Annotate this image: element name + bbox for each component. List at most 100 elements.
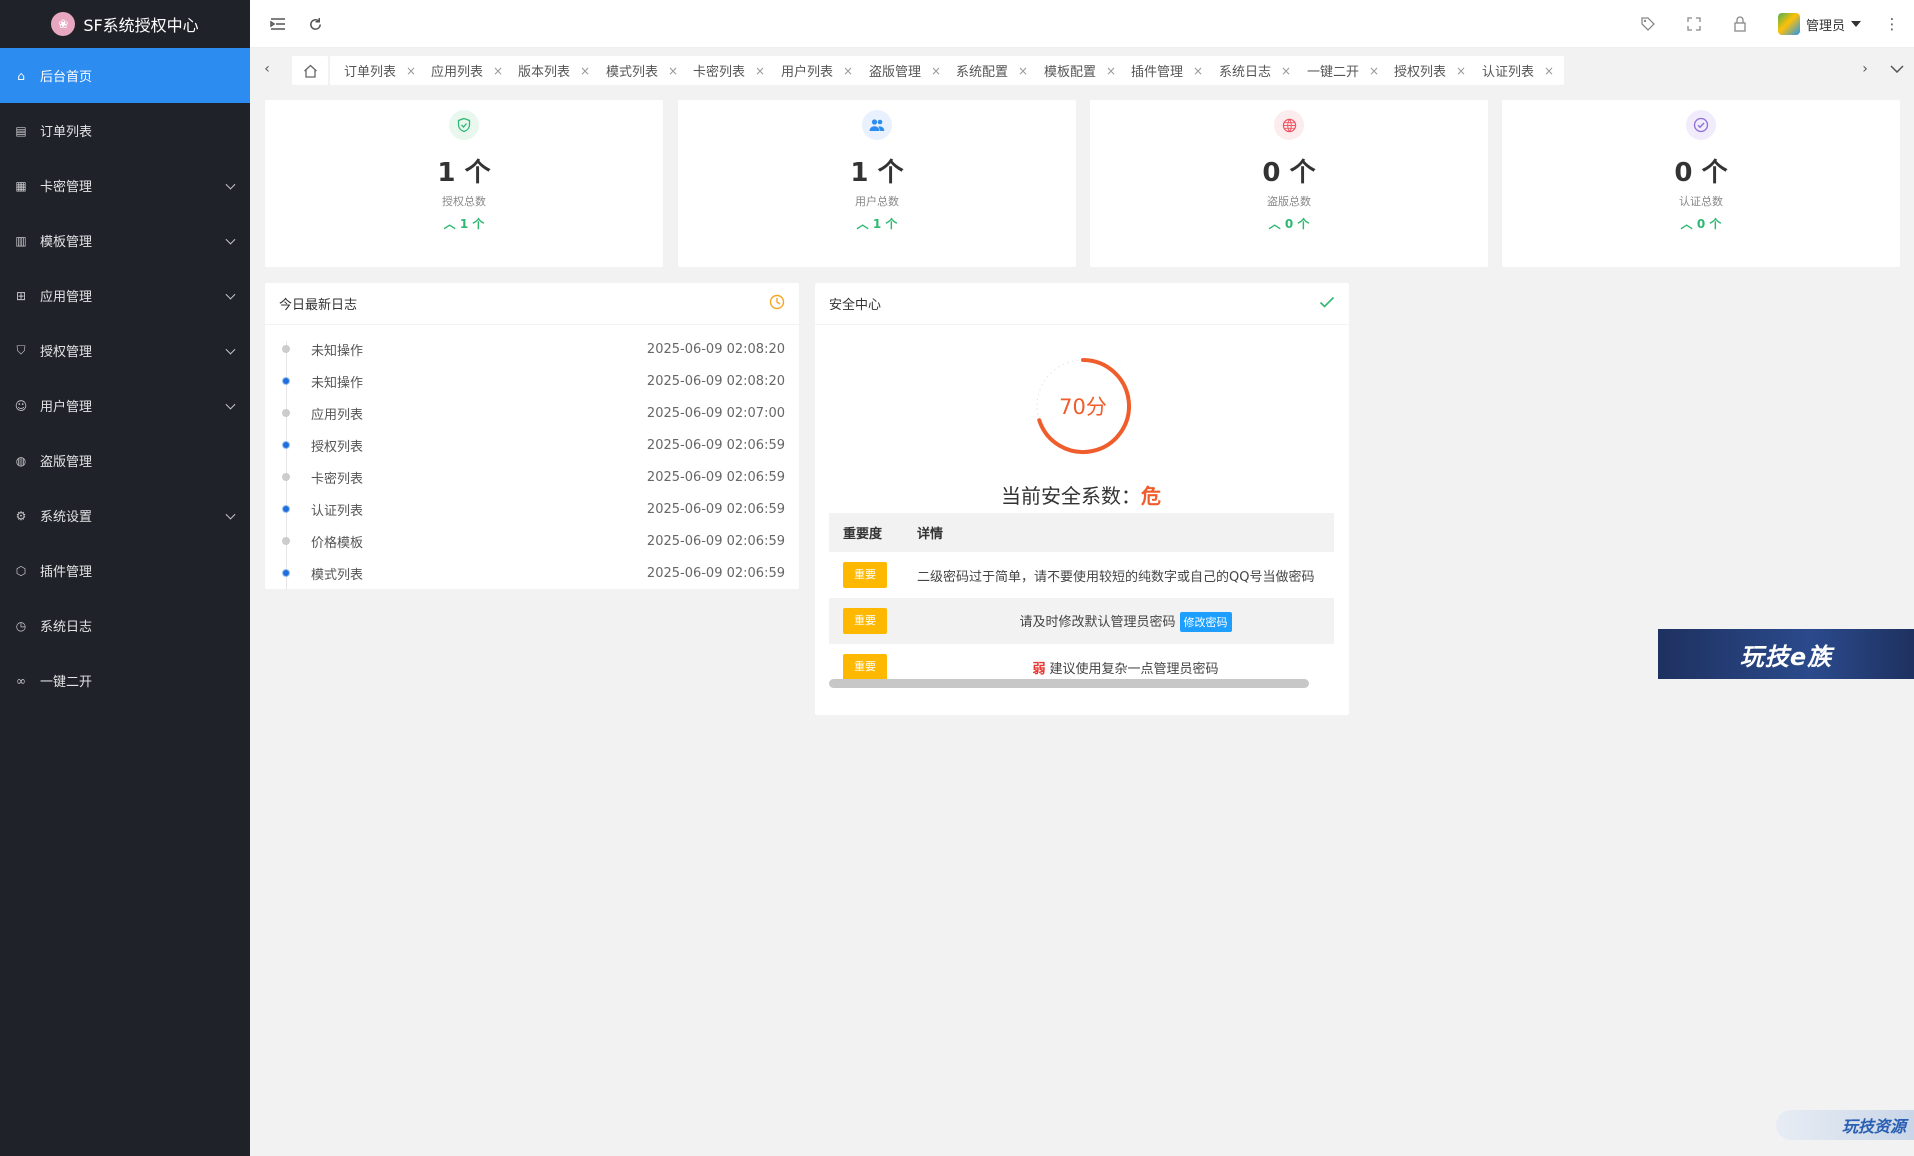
- app-logo[interactable]: ❀ SF系统授权中心: [0, 0, 250, 48]
- sidebar-item[interactable]: ⊞ 应用管理: [0, 268, 250, 323]
- admin-label: 管理员: [1806, 18, 1846, 34]
- stat-value: 1 个: [850, 158, 904, 188]
- tab-home[interactable]: [292, 56, 328, 85]
- timeline-dot: [282, 409, 290, 417]
- tab[interactable]: 盗版管理 ×: [855, 56, 952, 85]
- security-panel-title: 安全中心: [829, 298, 882, 313]
- close-icon[interactable]: ×: [1281, 64, 1291, 78]
- tab[interactable]: 系统日志 ×: [1205, 56, 1302, 85]
- importance-badge: 重要: [843, 562, 887, 588]
- admin-user-menu[interactable]: 管理员: [1778, 11, 1862, 37]
- fullscreen-icon[interactable]: [1684, 14, 1704, 34]
- detail-cell: 弱建议使用复杂一点管理员密码: [917, 658, 1334, 677]
- close-icon[interactable]: ×: [931, 64, 941, 78]
- sidebar-item-label: 应用管理: [40, 290, 93, 305]
- tab[interactable]: 用户列表 ×: [767, 56, 864, 85]
- log-panel-header: 今日最新日志: [265, 283, 799, 325]
- stat-value: 1 个: [437, 158, 491, 188]
- home-icon: ⌂: [17, 68, 25, 83]
- caret-down-icon: [1851, 21, 1862, 27]
- more-vertical-icon[interactable]: ⋮: [1882, 14, 1902, 34]
- refresh-icon[interactable]: [305, 14, 325, 34]
- sidebar-item-label: 插件管理: [40, 565, 93, 580]
- log-name: 价格模板: [311, 535, 364, 551]
- sidebar-item-label: 一键二开: [40, 675, 93, 690]
- log-time: 2025-06-09 02:08:20: [646, 373, 785, 389]
- sidebar-item-label: 系统日志: [40, 620, 93, 635]
- tab-label: 系统配置: [956, 65, 1009, 80]
- sidebar-item[interactable]: ▥ 模板管理: [0, 213, 250, 268]
- log-time: 2025-06-09 02:07:00: [646, 405, 785, 421]
- sidebar-item-label: 用户管理: [40, 400, 93, 415]
- stat-change-value: 1 个: [872, 217, 898, 231]
- sidebar-item-label: 订单列表: [40, 125, 93, 140]
- tab[interactable]: 卡密列表 ×: [679, 56, 776, 85]
- home-icon: [303, 64, 317, 78]
- tab-label: 应用列表: [431, 65, 484, 80]
- stat-card: 1 个用户总数 ︿ 1 个: [678, 100, 1076, 267]
- close-icon[interactable]: ×: [1369, 64, 1379, 78]
- change-password-button[interactable]: 修改密码: [1179, 611, 1232, 632]
- stat-card: 0 个盗版总数 ︿ 0 个: [1090, 100, 1488, 267]
- stat-label: 授权总数: [442, 195, 486, 208]
- tabs-dropdown-icon[interactable]: [1884, 56, 1910, 82]
- chevron-down-icon: [225, 509, 236, 520]
- close-icon[interactable]: ×: [1456, 64, 1466, 78]
- sidebar-item[interactable]: ⚙ 系统设置: [0, 488, 250, 543]
- sidebar-item[interactable]: ◍ 盗版管理: [0, 433, 250, 488]
- sidebar-item[interactable]: ▤ 订单列表: [0, 103, 250, 158]
- tab[interactable]: 模式列表 ×: [592, 56, 689, 85]
- apps-icon: ⊞: [15, 288, 27, 303]
- log-name: 未知操作: [311, 343, 364, 359]
- globe-icon: ◍: [15, 453, 27, 468]
- close-icon[interactable]: ×: [755, 64, 765, 78]
- tag-icon[interactable]: [1638, 14, 1658, 34]
- sidebar-item[interactable]: ∞ 一键二开: [0, 653, 250, 708]
- list-item: 未知操作 2025-06-09 02:08:20: [279, 365, 785, 397]
- close-icon[interactable]: ×: [580, 64, 590, 78]
- sidebar-item[interactable]: ⌂ 后台首页: [0, 48, 250, 103]
- weak-label: 弱: [1032, 661, 1046, 677]
- tab-label: 授权列表: [1394, 65, 1447, 80]
- lock-icon[interactable]: [1730, 14, 1750, 34]
- close-icon[interactable]: ×: [1544, 64, 1554, 78]
- tab[interactable]: 插件管理 ×: [1117, 56, 1214, 85]
- security-status-label: 当前安全系数：: [1001, 484, 1141, 508]
- infinity-icon: ∞: [16, 673, 26, 688]
- tab[interactable]: 应用列表 ×: [417, 56, 514, 85]
- stat-label: 盗版总数: [1267, 195, 1311, 208]
- tab-label: 订单列表: [344, 65, 397, 80]
- tab[interactable]: 系统配置 ×: [942, 56, 1039, 85]
- detail-text: 请及时修改默认管理员密码: [1019, 614, 1176, 630]
- log-name: 未知操作: [311, 375, 364, 391]
- menu-fold-icon[interactable]: [268, 14, 288, 34]
- tab[interactable]: 认证列表 ×: [1468, 56, 1565, 85]
- sidebar-item[interactable]: ◷ 系统日志: [0, 598, 250, 653]
- tab[interactable]: 订单列表 ×: [330, 56, 427, 85]
- sidebar-item[interactable]: ⬡ 插件管理: [0, 543, 250, 598]
- tab-label: 插件管理: [1131, 65, 1184, 80]
- column-header-detail: 详情: [917, 527, 944, 542]
- close-icon[interactable]: ×: [406, 64, 416, 78]
- tab[interactable]: 模板配置 ×: [1030, 56, 1127, 85]
- timeline-dot: [282, 505, 290, 513]
- tabs-prev-icon[interactable]: ‹: [254, 56, 280, 82]
- close-icon[interactable]: ×: [1018, 64, 1028, 78]
- ad-banner[interactable]: 玩技e族: [1658, 629, 1914, 679]
- close-icon[interactable]: ×: [1106, 64, 1116, 78]
- sidebar-item[interactable]: ☺ 用户管理: [0, 378, 250, 433]
- horizontal-scrollbar[interactable]: [829, 679, 1309, 688]
- tab[interactable]: 版本列表 ×: [504, 56, 601, 85]
- sidebar-item[interactable]: ⛉ 授权管理: [0, 323, 250, 378]
- tab[interactable]: 一键二开 ×: [1293, 56, 1390, 85]
- chevron-down-icon: [225, 399, 236, 410]
- sidebar-item[interactable]: ▦ 卡密管理: [0, 158, 250, 213]
- tabs-next-icon[interactable]: ›: [1852, 56, 1878, 82]
- close-icon[interactable]: ×: [1193, 64, 1203, 78]
- close-icon[interactable]: ×: [493, 64, 503, 78]
- close-icon[interactable]: ×: [843, 64, 853, 78]
- timeline-dot: [282, 377, 290, 385]
- detail-text: 建议使用复杂一点管理员密码: [1049, 661, 1219, 677]
- close-icon[interactable]: ×: [668, 64, 678, 78]
- tab[interactable]: 授权列表 ×: [1380, 56, 1477, 85]
